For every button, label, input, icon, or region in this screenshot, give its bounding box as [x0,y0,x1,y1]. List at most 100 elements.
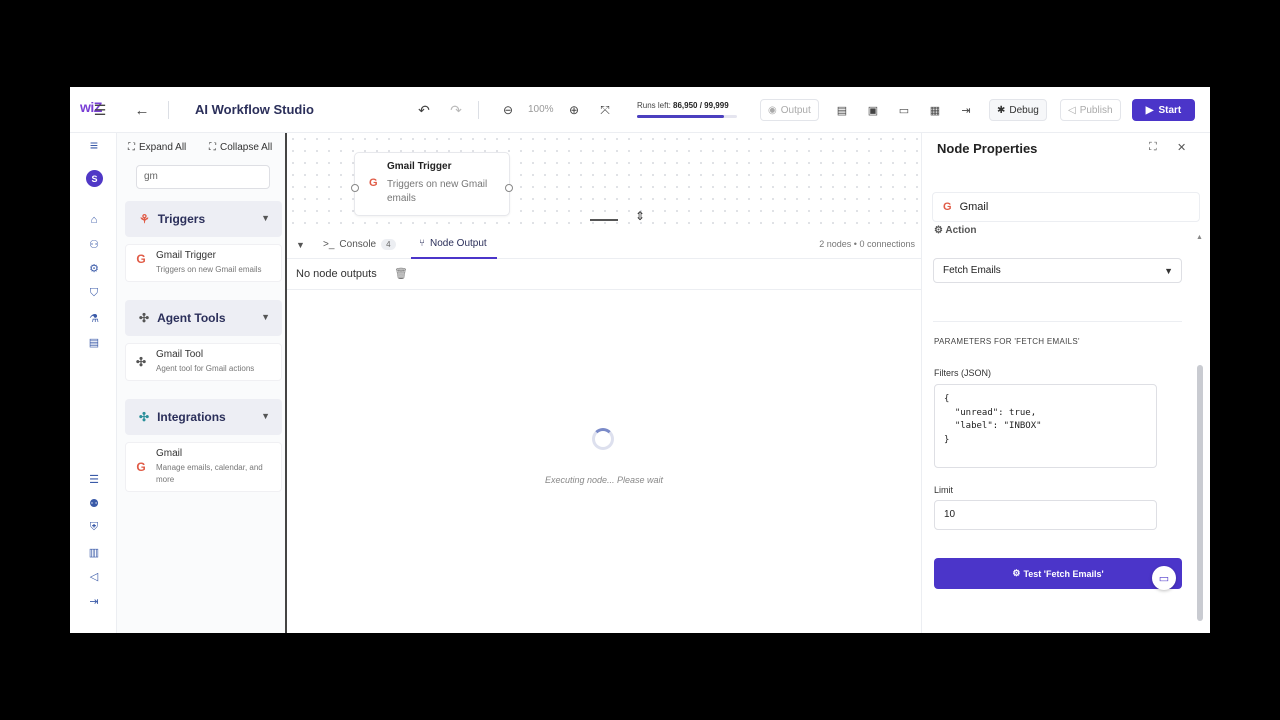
workflow-icon[interactable]: ⚇ [87,237,101,251]
gear-icon: ⚙ [934,225,943,236]
executing-status: Executing node... Please wait [544,475,664,485]
graph-stats: 2 nodes • 0 connections [819,239,915,249]
undo-icon[interactable]: ↶ [415,101,433,119]
search-input[interactable]: gm [136,165,270,189]
limit-input[interactable]: 10 [934,500,1157,530]
settings-icon[interactable]: ⚙ [87,261,101,275]
announce-icon[interactable]: ◁ [87,569,101,583]
no-outputs-text: No node outputs [296,268,377,280]
expand-all-button[interactable]: ⛶ Expand All [128,139,186,155]
list-item-gmail-trigger[interactable]: G Gmail Trigger Triggers on new Gmail em… [125,244,282,282]
trigger-icon: ⚘ [139,212,150,226]
start-button[interactable]: ▶ Start [1132,99,1195,121]
collapse-all-button[interactable]: ⛶ Collapse All [209,139,272,155]
zoom-out-icon[interactable]: ⊖ [500,101,516,119]
tab-console[interactable]: >_ Console 4 [323,230,396,259]
shield-icon[interactable]: ⛉ [87,286,101,300]
flask-icon[interactable]: ⚗ [87,311,101,325]
limit-label: Limit [934,485,954,495]
loading-spinner [592,428,614,450]
collapse-panel-icon[interactable]: ▼ [296,230,305,259]
action-select[interactable]: Fetch Emails ▼ [933,258,1182,283]
publish-button[interactable]: ◁ Publish [1060,99,1121,121]
workflow-node-gmail-trigger[interactable]: G Gmail Trigger Triggers on new Gmail em… [351,152,513,216]
test-fetch-emails-button[interactable]: ⚙ Test 'Fetch Emails' [934,558,1182,589]
back-arrow-icon[interactable]: ← [133,101,151,119]
top-toolbar: wiZ ☰ ← AI Workflow Studio ↶ ↷ ⊖ 100% ⊕ … [70,87,1210,133]
list-item-gmail[interactable]: G Gmail Manage emails, calendar, and mor… [125,442,282,492]
redo-icon[interactable]: ↷ [447,101,465,119]
nav-rail: ≡ S ⌂ ⚇ ⚙ ⛉ ⚗ ▤ ☰ ⚉ ⛨ ▥ ◁ ⇥ [70,133,117,633]
console-count-badge: 4 [381,239,396,250]
database-icon[interactable]: ☰ [87,472,101,486]
node-properties-panel: Node Properties ⛶ ✕ G Gmail ⚙ Action Fet… [921,133,1210,633]
expand-icon: ⛶ [128,141,135,153]
gmail-icon: G [943,201,952,213]
gmail-icon: G [136,252,146,266]
input-port[interactable] [351,184,359,192]
zoom-in-icon[interactable]: ⊕ [566,101,582,119]
scroll-up-icon[interactable]: ▲ [1196,234,1203,241]
home-icon[interactable]: ⌂ [87,213,101,227]
app-window: wiZ ☰ ← AI Workflow Studio ↶ ↷ ⊖ 100% ⊕ … [70,87,1210,633]
category-integrations[interactable]: ✣ Integrations ▼ [125,399,282,435]
gmail-icon: G [369,177,378,189]
users-icon[interactable]: ⚉ [87,496,101,510]
puzzle-icon: ✣ [139,311,150,325]
node-library: ⛶ Expand All ⛶ Collapse All gm ⚘ Triggers … [117,133,287,633]
page-title: AI Workflow Studio [195,102,314,117]
zoom-level: 100% [528,104,554,115]
branch-icon: ⑂ [419,238,425,249]
folder-icon[interactable]: ▭ [896,101,912,119]
panel-title: Node Properties [937,141,1038,156]
panel-resize-handle[interactable] [590,219,618,221]
runs-progress-bar [637,115,737,118]
export-icon[interactable]: ⇥ [958,101,974,119]
close-icon[interactable]: ✕ [1177,141,1186,154]
workflow-canvas[interactable]: G Gmail Trigger Triggers on new Gmail em… [287,133,921,230]
bug-icon: ✱ [997,104,1006,116]
category-triggers[interactable]: ⚘ Triggers ▼ [125,201,282,237]
terminal-icon: >_ [323,239,335,250]
logout-icon[interactable]: ⇥ [87,594,101,608]
document-icon[interactable]: ▤ [834,101,850,119]
debug-button[interactable]: ✱ Debug [989,99,1047,121]
category-agent-tools[interactable]: ✣ Agent Tools ▼ [125,300,282,336]
maximize-icon[interactable]: ⛶ [1149,141,1157,154]
parameters-header: PARAMETERS FOR 'FETCH EMAILS' [934,337,1080,346]
list-item-gmail-tool[interactable]: ✣ Gmail Tool Agent tool for Gmail action… [125,343,282,381]
output-panel: ▼ >_ Console 4 ⑂ Node Output 2 nodes • 0 co… [287,230,921,633]
panel-tabs: ▼ >_ Console 4 ⑂ Node Output 2 nodes • 0 co… [287,230,921,259]
chevron-down-icon: ▼ [261,411,270,421]
chat-icon[interactable]: ▭ [1152,566,1176,590]
megaphone-icon: ◁ [1068,104,1076,116]
calendar-icon[interactable]: ▦ [927,101,943,119]
save-icon[interactable]: ▣ [865,101,881,119]
runs-left: Runs left: 86,950 / 99,999 [637,101,729,110]
scrollbar[interactable] [1197,365,1203,621]
action-label: ⚙ Action [934,225,977,236]
tab-node-output[interactable]: ⑂ Node Output [411,230,497,259]
output-button[interactable]: ◉ Output [760,99,819,121]
selected-node-header: G Gmail [932,192,1200,222]
filters-label: Filters (JSON) [934,368,991,378]
hamburger-icon[interactable]: ≡ [86,137,102,153]
puzzle-icon: ✣ [135,355,147,369]
docs-icon[interactable]: ▥ [87,545,101,559]
book-icon[interactable]: ▤ [87,335,101,349]
play-icon: ▶ [1145,104,1154,116]
trash-icon[interactable]: 🗑 [394,267,408,280]
avatar[interactable]: S [86,170,103,187]
security-icon[interactable]: ⛨ [87,520,101,534]
filters-json-textarea[interactable]: { "unread": true, "label": "INBOX" } [934,384,1157,468]
eye-icon: ◉ [768,104,777,116]
chevron-down-icon: ▼ [261,213,270,223]
menu-icon[interactable]: ☰ [92,102,108,118]
output-port[interactable] [505,184,513,192]
gmail-icon: G [136,460,146,474]
chevron-down-icon: ▼ [1164,266,1173,276]
collapse-icon: ⛶ [209,141,216,153]
gear-icon: ⚙ [1012,568,1021,578]
fit-view-icon[interactable]: ⤧ [597,101,613,119]
resize-vertical-icon[interactable]: ⇕ [635,209,645,223]
